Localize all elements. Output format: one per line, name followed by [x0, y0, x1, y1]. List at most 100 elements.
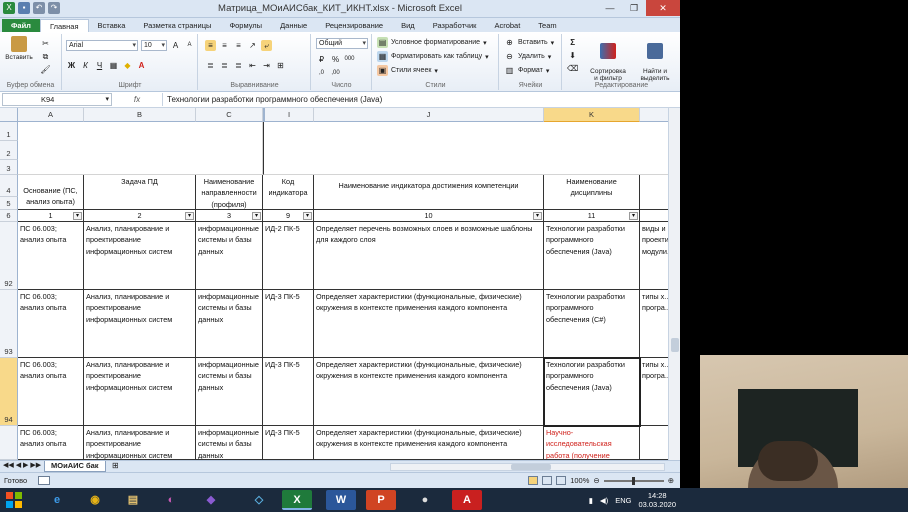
tab-data[interactable]: Данные [271, 19, 316, 32]
table-cell[interactable]: информационные системы и базы данных [196, 222, 263, 290]
table-cell[interactable]: ПС 06.003; анализ опыта [18, 426, 84, 460]
header-discipline[interactable]: Наименование дисциплины [544, 175, 640, 210]
row-header-6[interactable]: 6 [0, 210, 18, 222]
align-middle-icon[interactable]: ≡ [219, 40, 230, 51]
thousands-button[interactable]: 000 [344, 54, 355, 65]
column-header-b[interactable]: B [84, 108, 196, 122]
header-profile[interactable]: Наименование направленности (профиля) [196, 175, 263, 210]
autosum-icon[interactable]: Σ [567, 37, 578, 48]
network-icon[interactable]: ▮ [589, 496, 593, 505]
paint-icon[interactable]: ◐ [156, 490, 186, 510]
borders-icon[interactable]: ▦ [108, 60, 119, 71]
table-cell[interactable]: информационные системы и базы данных [196, 426, 263, 460]
align-center-icon[interactable]: ≣ [219, 60, 230, 71]
chrome-icon[interactable]: ◉ [80, 490, 110, 510]
sheet-nav-arrows-icon[interactable]: ◀◀ ◀ ▶ ▶▶ [3, 461, 41, 469]
cut-icon[interactable]: ✂ [40, 38, 51, 49]
grow-font-icon[interactable]: A [170, 40, 181, 51]
table-cell[interactable]: Технологии разработки программного обесп… [544, 290, 640, 358]
align-right-icon[interactable]: ≣ [233, 60, 244, 71]
filter-dropdown-icon[interactable]: ▾ [629, 212, 638, 220]
filter-dropdown-icon[interactable]: ▾ [252, 212, 261, 220]
number-cell[interactable]: 1 ▾ [18, 210, 84, 222]
select-all-corner[interactable] [0, 108, 18, 122]
insert-cells-button[interactable]: ⊕ Вставить ▾ [504, 37, 554, 48]
table-cell[interactable]: Определяет характеристики (функциональны… [314, 290, 544, 358]
format-as-table-button[interactable]: ▦ Форматировать как таблицу ▾ [377, 51, 489, 62]
row-header-3[interactable]: 3 [0, 160, 18, 175]
filter-dropdown-icon[interactable]: ▾ [303, 212, 312, 220]
new-sheet-icon[interactable]: ⊞ [112, 461, 119, 470]
number-cell[interactable]: 11 ▾ [544, 210, 640, 222]
word-taskbar-icon[interactable]: W [326, 490, 356, 510]
orientation-icon[interactable]: ↗ [247, 40, 258, 51]
number-cell[interactable]: 9 ▾ [263, 210, 314, 222]
number-cell[interactable]: 3 ▾ [196, 210, 263, 222]
increase-decimal-icon[interactable]: ,0 [316, 68, 327, 79]
tab-file[interactable]: Файл [2, 19, 40, 32]
cell-styles-button[interactable]: ▣ Стили ячеек ▾ [377, 65, 438, 76]
fx-icon[interactable]: fx [112, 95, 162, 104]
sheet-tab[interactable]: МОиАИС бак [44, 461, 106, 472]
copy-icon[interactable]: ⧉ [40, 51, 51, 62]
horizontal-scrollbar[interactable] [390, 463, 665, 471]
active-cell[interactable]: Технологии разработки программного обесп… [543, 357, 641, 427]
visual-studio-icon[interactable]: ◆ [196, 490, 226, 510]
tab-view[interactable]: Вид [392, 19, 424, 32]
shrink-font-icon[interactable]: A [184, 40, 195, 51]
zoom-slider[interactable] [603, 476, 664, 485]
italic-button[interactable]: К [80, 60, 91, 71]
table-cell[interactable]: Анализ, планирование и проектирование ин… [84, 426, 196, 460]
tab-developer[interactable]: Разработчик [424, 19, 486, 32]
page-break-view-icon[interactable] [556, 476, 567, 485]
table-cell[interactable]: информационные системы и базы данных [196, 290, 263, 358]
table-cell[interactable]: ИД-3 ПК-5 [263, 358, 314, 426]
font-color-icon[interactable]: A [136, 60, 147, 71]
align-bottom-icon[interactable]: ≡ [233, 40, 244, 51]
header-indicator-name[interactable]: Наименование индикатора достижения компе… [314, 175, 544, 210]
table-cell[interactable]: Определяет характеристики (функциональны… [314, 426, 544, 460]
empty-area[interactable] [18, 122, 263, 175]
table-cell[interactable]: Определяет характеристики (функциональны… [314, 358, 544, 426]
row-header-1[interactable]: 1 [0, 122, 18, 141]
header-indicator-code[interactable]: Код индикатора [263, 175, 314, 210]
row-header-2[interactable]: 2 [0, 141, 18, 160]
minimize-button[interactable]: — [598, 0, 622, 16]
scroll-thumb[interactable] [671, 338, 679, 352]
empty-area[interactable] [263, 122, 680, 175]
table-cell[interactable]: ПС 06.003; анализ опыта [18, 358, 84, 426]
column-header-c[interactable]: C [196, 108, 263, 122]
obs-icon[interactable]: ● [410, 490, 440, 510]
row-header-94[interactable]: 94 [0, 358, 18, 426]
row-header-5[interactable]: 5 [0, 197, 18, 210]
currency-icon[interactable]: ₽ [316, 54, 327, 65]
sort-filter-button[interactable]: Сортировка и фильтр [585, 36, 631, 82]
filter-dropdown-icon[interactable]: ▾ [185, 212, 194, 220]
excel-taskbar-icon[interactable]: X [282, 490, 312, 510]
table-cell[interactable]: Технологии разработки программного обесп… [544, 222, 640, 290]
row-header-92[interactable]: 92 [0, 222, 18, 290]
paste-button[interactable]: Вставить [2, 36, 36, 61]
explorer-icon[interactable]: ▤ [118, 490, 148, 510]
clear-icon[interactable]: ⌫ [567, 63, 578, 74]
tab-page-layout[interactable]: Разметка страницы [134, 19, 220, 32]
font-name-select[interactable]: Arial [66, 40, 138, 51]
table-cell[interactable]: Анализ, планирование и проектирование ин… [84, 290, 196, 358]
table-cell[interactable]: ИД-3 ПК-5 [263, 290, 314, 358]
macro-record-icon[interactable] [38, 476, 50, 485]
language-indicator[interactable]: ENG [615, 496, 631, 505]
powerpoint-taskbar-icon[interactable]: P [366, 490, 396, 510]
normal-view-icon[interactable] [528, 476, 539, 485]
header-task[interactable]: Задача ПД [84, 175, 196, 210]
conditional-formatting-button[interactable]: ▤ Условное форматирование ▾ [377, 37, 487, 48]
table-cell[interactable]: Определяет перечень возможных слоев и во… [314, 222, 544, 290]
decrease-indent-icon[interactable]: ⇤ [247, 60, 258, 71]
header-basis[interactable]: Основание (ПС, анализ опыта) [18, 175, 84, 210]
bold-button[interactable]: Ж [66, 60, 77, 71]
number-cell[interactable]: 10 ▾ [314, 210, 544, 222]
number-cell[interactable]: 2 ▾ [84, 210, 196, 222]
app-icon[interactable]: ◇ [244, 490, 274, 510]
table-cell[interactable]: ИД-3 ПК-5 [263, 426, 314, 460]
close-button[interactable]: ✕ [646, 0, 680, 16]
vertical-scrollbar[interactable] [668, 108, 680, 460]
